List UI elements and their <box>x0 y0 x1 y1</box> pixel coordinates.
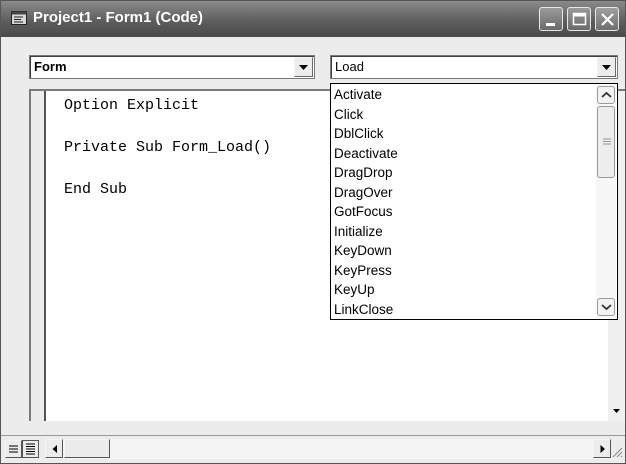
window-title: Project1 - Form1 (Code) <box>33 9 204 26</box>
event-list-scrollbar[interactable] <box>596 85 616 318</box>
chevron-down-icon <box>601 304 612 311</box>
procedure-view-button[interactable] <box>5 440 22 458</box>
event-dropdown-list[interactable]: Activate Click DblClick Deactivate DragDrop D… <box>330 83 618 320</box>
minimize-button[interactable] <box>539 7 563 31</box>
event-list-item[interactable]: KeyPress <box>334 261 594 280</box>
procedure-view-icon <box>9 445 18 453</box>
title-bar[interactable]: Project1 - Form1 (Code) <box>1 1 625 37</box>
code-window-icon[interactable] <box>11 11 27 25</box>
horizontal-scrollbar[interactable] <box>45 439 611 459</box>
resize-grip-icon[interactable] <box>611 446 623 458</box>
maximize-icon <box>572 12 587 26</box>
code-line[interactable]: End Sub <box>64 181 127 198</box>
procedure-combo-dropdown-button[interactable] <box>597 57 616 77</box>
scroll-right-button[interactable] <box>593 439 611 458</box>
event-list-item[interactable]: KeyDown <box>334 241 594 260</box>
minimize-icon <box>546 23 555 26</box>
object-combo-value: Form <box>34 59 67 74</box>
event-list-item[interactable]: Initialize <box>334 222 594 241</box>
event-list-item[interactable]: GotFocus <box>334 202 594 221</box>
object-combo-dropdown-button[interactable] <box>294 57 313 77</box>
list-scroll-up-button[interactable] <box>597 86 615 104</box>
object-combo[interactable]: Form <box>29 55 315 79</box>
event-list-item[interactable]: KeyUp <box>334 280 594 299</box>
full-module-view-button[interactable] <box>22 440 39 458</box>
scroll-left-button[interactable] <box>45 439 63 458</box>
code-line[interactable]: Private Sub Form_Load() <box>64 139 271 156</box>
event-list-item[interactable]: LinkClose <box>334 300 594 319</box>
procedure-combo[interactable]: Load <box>330 55 618 79</box>
bottom-bar <box>1 435 625 463</box>
chevron-up-icon <box>601 91 612 98</box>
scroll-down-button[interactable] <box>608 403 625 420</box>
event-list-item[interactable]: Activate <box>334 85 594 104</box>
close-button[interactable] <box>595 7 619 31</box>
full-module-view-icon <box>26 443 35 455</box>
procedure-combo-value: Load <box>335 59 364 74</box>
chevron-down-icon <box>602 65 611 70</box>
pane-left-strip <box>1 89 29 435</box>
chevron-left-icon <box>52 445 57 453</box>
maximize-button[interactable] <box>567 7 591 31</box>
list-scroll-down-button[interactable] <box>597 298 615 316</box>
chevron-down-icon <box>613 409 620 413</box>
code-window: Project1 - Form1 (Code) Form Load Option… <box>0 0 626 464</box>
horizontal-scroll-thumb[interactable] <box>64 439 110 458</box>
chevron-right-icon <box>600 445 605 453</box>
event-list-item[interactable]: Click <box>334 105 594 124</box>
event-list-item[interactable]: DblClick <box>334 124 594 143</box>
close-icon <box>601 13 614 26</box>
code-line[interactable]: Option Explicit <box>64 97 199 114</box>
event-list-item[interactable]: Deactivate <box>334 144 594 163</box>
list-scroll-thumb[interactable] <box>597 106 615 178</box>
event-list-item[interactable]: DragOver <box>334 183 594 202</box>
margin-indicator-bar[interactable] <box>31 91 46 421</box>
grip-icon <box>603 138 611 145</box>
chevron-down-icon <box>299 65 308 70</box>
event-list-item[interactable]: DragDrop <box>334 163 594 182</box>
